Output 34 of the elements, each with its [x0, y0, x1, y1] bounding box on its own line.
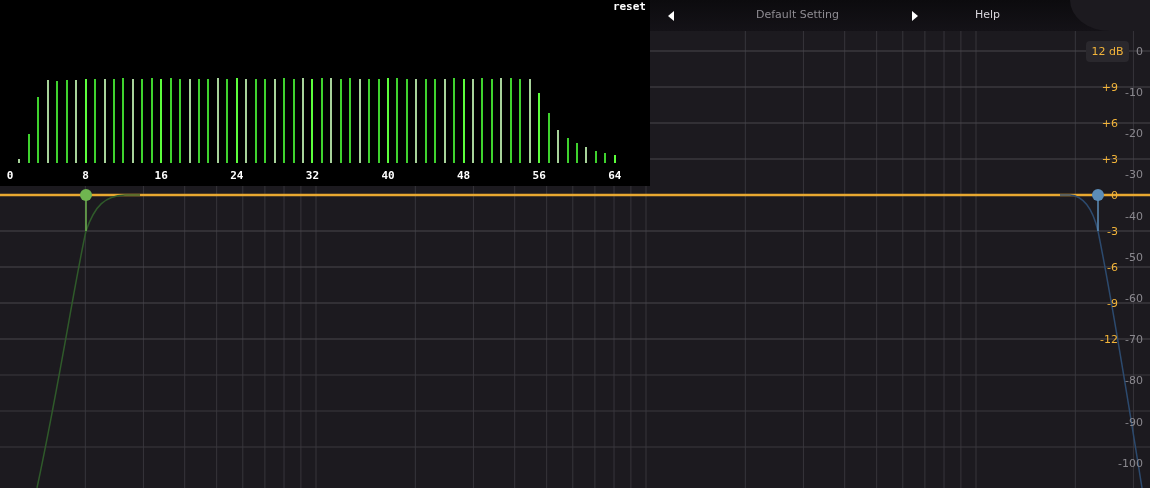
level-label: 0: [1136, 45, 1143, 58]
bin-label: 16: [154, 169, 168, 182]
reset-button[interactable]: reset: [612, 0, 646, 13]
bin-label: 56: [532, 169, 546, 182]
range-badge[interactable]: 12 dB: [1086, 41, 1129, 62]
gain-label: -3: [1107, 225, 1118, 238]
help-link[interactable]: Help: [975, 8, 1001, 21]
previous-preset-icon[interactable]: [668, 11, 674, 21]
level-label: -60: [1125, 292, 1143, 305]
level-label: -40: [1125, 209, 1143, 223]
gain-label: +9: [1101, 81, 1118, 94]
gain-label: -6: [1107, 261, 1118, 274]
level-label: -50: [1125, 250, 1143, 264]
bin-label: 48: [457, 169, 471, 182]
bin-label: 0: [6, 169, 14, 182]
next-preset-icon[interactable]: [912, 11, 918, 21]
level-label: -30: [1125, 168, 1143, 182]
gain-label: -12: [1100, 333, 1118, 346]
gain-label: +3: [1101, 153, 1118, 166]
preset-name[interactable]: Default Setting: [756, 8, 840, 21]
level-label: -70: [1125, 333, 1143, 347]
bin-label: 8: [82, 169, 89, 182]
bin-label: 64: [608, 169, 622, 182]
bin-label: 40: [381, 169, 395, 182]
bin-label: 24: [230, 169, 244, 182]
filter-node[interactable]: [1092, 189, 1104, 201]
level-label: -10: [1125, 86, 1143, 99]
level-label: -20: [1125, 127, 1143, 141]
filter-node[interactable]: [80, 189, 92, 201]
level-label: -90: [1125, 415, 1143, 429]
level-label: -80: [1125, 374, 1143, 388]
bin-label: 32: [305, 169, 319, 182]
gain-label: -9: [1107, 297, 1118, 310]
gain-label: +6: [1101, 117, 1118, 130]
